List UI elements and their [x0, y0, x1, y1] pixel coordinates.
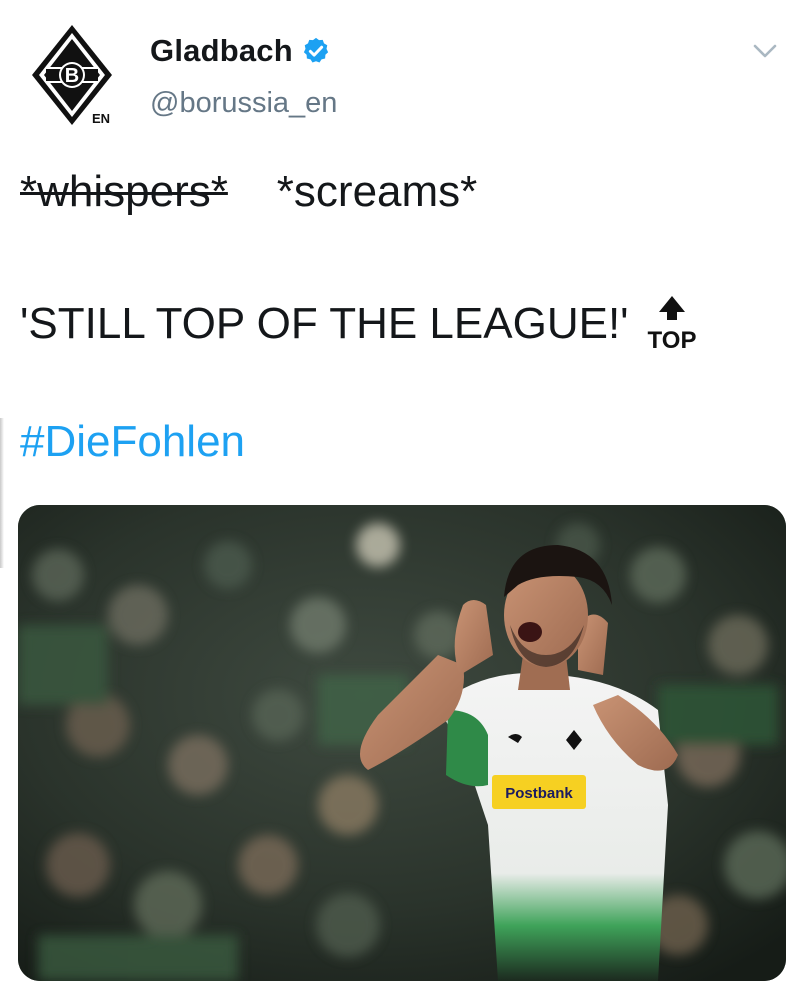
- scroll-edge-shadow: [0, 418, 4, 568]
- jersey-sponsor: Postbank: [505, 785, 573, 802]
- hashtag-link[interactable]: #DieFohlen: [20, 416, 245, 468]
- tweet-line-2: 'STILL TOP OF THE LEAGUE!' TOP: [20, 290, 701, 352]
- display-name[interactable]: Gladbach: [150, 33, 293, 69]
- verified-badge-icon: [301, 36, 331, 66]
- tweet-line-1: *whispers* *screams*: [20, 166, 477, 218]
- chevron-down-icon[interactable]: [752, 42, 778, 60]
- emoji-label: TOP: [647, 327, 696, 352]
- avatar[interactable]: B EN: [28, 22, 124, 128]
- tweet-card[interactable]: B EN Gladbach @borussia_en *whispers* *s…: [0, 0, 800, 1000]
- shout-text: *screams*: [276, 167, 478, 216]
- top-arrow-emoji-icon: TOP: [643, 292, 701, 352]
- strikethrough-text: *whispers*: [20, 167, 228, 216]
- crest-suffix: EN: [92, 111, 110, 126]
- league-text: 'STILL TOP OF THE LEAGUE!': [20, 299, 629, 348]
- club-crest-icon: B EN: [32, 25, 112, 126]
- tweet-photo[interactable]: Postbank: [18, 505, 786, 981]
- display-name-row[interactable]: Gladbach: [150, 33, 331, 69]
- handle[interactable]: @borussia_en: [150, 87, 337, 120]
- photo-celebrating-player-icon: Postbank: [18, 505, 786, 981]
- crest-letter: B: [65, 65, 79, 87]
